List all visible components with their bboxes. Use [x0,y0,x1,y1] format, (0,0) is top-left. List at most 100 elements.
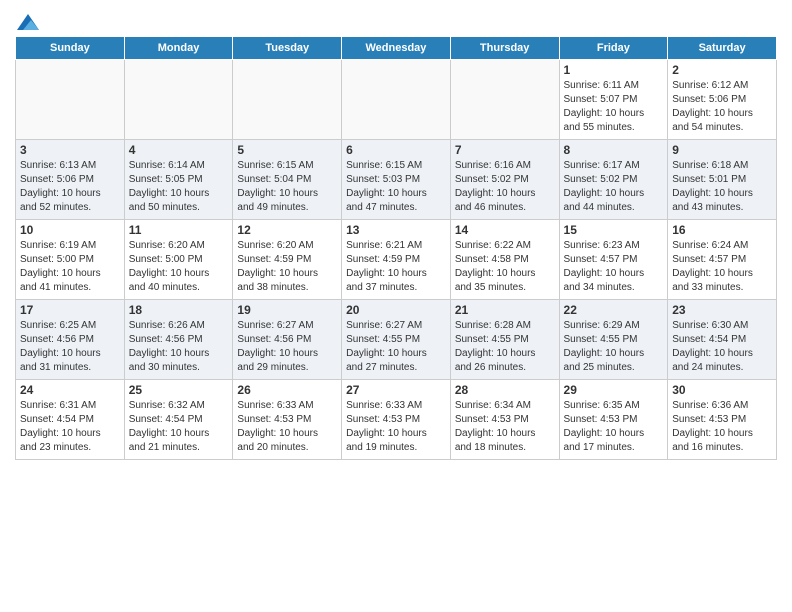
calendar-cell: 24 Sunrise: 6:31 AM Sunset: 4:54 PM Dayli… [16,380,125,460]
day-number: 16 [672,223,772,237]
calendar-cell: 4 Sunrise: 6:14 AM Sunset: 5:05 PM Daylig… [124,140,233,220]
calendar-cell: 16 Sunrise: 6:24 AM Sunset: 4:57 PM Dayli… [668,220,777,300]
calendar-cell: 19Sunrise: 6:27 AM Sunset: 4:56 PM Dayli… [233,300,342,380]
day-number: 22 [564,303,664,317]
calendar-cell: 6 Sunrise: 6:15 AM Sunset: 5:03 PM Daylig… [342,140,451,220]
day-info: Sunrise: 6:16 AM Sunset: 5:02 PM Dayligh… [455,159,555,215]
calendar-week-row: 17 Sunrise: 6:25 AM Sunset: 4:56 PM Dayli… [16,300,777,380]
day-number: 15 [564,223,664,237]
calendar-cell: 2 Sunrise: 6:12 AM Sunset: 5:06 PM Daylig… [668,60,777,140]
day-info: Sunrise: 6:26 AM Sunset: 4:56 PM Dayligh… [129,319,229,375]
day-info: Sunrise: 6:33 AM Sunset: 4:53 PM Dayligh… [237,399,337,455]
day-number: 14 [455,223,555,237]
day-number: 13 [346,223,446,237]
day-info: Sunrise: 6:18 AM Sunset: 5:01 PM Dayligh… [672,159,772,215]
calendar-cell: 5 Sunrise: 6:15 AM Sunset: 5:04 PM Daylig… [233,140,342,220]
day-number: 6 [346,143,446,157]
logo [15,14,39,28]
calendar-week-row: 3Sunrise: 6:13 AM Sunset: 5:06 PM Daylig… [16,140,777,220]
day-info: Sunrise: 6:27 AM Sunset: 4:55 PM Dayligh… [346,319,446,375]
day-number: 19 [237,303,337,317]
calendar-cell: 3Sunrise: 6:13 AM Sunset: 5:06 PM Daylig… [16,140,125,220]
calendar-cell: 21Sunrise: 6:28 AM Sunset: 4:55 PM Dayli… [450,300,559,380]
day-header-wednesday: Wednesday [342,37,451,60]
day-info: Sunrise: 6:34 AM Sunset: 4:53 PM Dayligh… [455,399,555,455]
day-number: 21 [455,303,555,317]
calendar-cell: 28 Sunrise: 6:34 AM Sunset: 4:53 PM Dayli… [450,380,559,460]
day-number: 23 [672,303,772,317]
day-number: 29 [564,383,664,397]
day-info: Sunrise: 6:31 AM Sunset: 4:54 PM Dayligh… [20,399,120,455]
day-number: 20 [346,303,446,317]
calendar-cell: 26 Sunrise: 6:33 AM Sunset: 4:53 PM Dayli… [233,380,342,460]
day-number: 18 [129,303,229,317]
calendar-header-row: SundayMondayTuesdayWednesdayThursdayFrid… [16,37,777,60]
calendar-cell: 18 Sunrise: 6:26 AM Sunset: 4:56 PM Dayli… [124,300,233,380]
day-info: Sunrise: 6:20 AM Sunset: 4:59 PM Dayligh… [237,239,337,295]
day-info: Sunrise: 6:29 AM Sunset: 4:55 PM Dayligh… [564,319,664,375]
calendar-cell: 27Sunrise: 6:33 AM Sunset: 4:53 PM Dayli… [342,380,451,460]
calendar-cell: 22 Sunrise: 6:29 AM Sunset: 4:55 PM Dayli… [559,300,668,380]
day-number: 10 [20,223,120,237]
day-info: Sunrise: 6:15 AM Sunset: 5:03 PM Dayligh… [346,159,446,215]
calendar-cell: 11 Sunrise: 6:20 AM Sunset: 5:00 PM Dayli… [124,220,233,300]
day-info: Sunrise: 6:32 AM Sunset: 4:54 PM Dayligh… [129,399,229,455]
day-info: Sunrise: 6:25 AM Sunset: 4:56 PM Dayligh… [20,319,120,375]
day-number: 5 [237,143,337,157]
calendar-cell: 10Sunrise: 6:19 AM Sunset: 5:00 PM Dayli… [16,220,125,300]
day-number: 2 [672,63,772,77]
day-info: Sunrise: 6:21 AM Sunset: 4:59 PM Dayligh… [346,239,446,295]
day-info: Sunrise: 6:35 AM Sunset: 4:53 PM Dayligh… [564,399,664,455]
day-header-friday: Friday [559,37,668,60]
day-info: Sunrise: 6:22 AM Sunset: 4:58 PM Dayligh… [455,239,555,295]
day-info: Sunrise: 6:17 AM Sunset: 5:02 PM Dayligh… [564,159,664,215]
calendar-week-row: 24 Sunrise: 6:31 AM Sunset: 4:54 PM Dayli… [16,380,777,460]
calendar-cell [342,60,451,140]
calendar-cell: 7 Sunrise: 6:16 AM Sunset: 5:02 PM Daylig… [450,140,559,220]
day-info: Sunrise: 6:12 AM Sunset: 5:06 PM Dayligh… [672,79,772,135]
calendar-cell [16,60,125,140]
day-info: Sunrise: 6:20 AM Sunset: 5:00 PM Dayligh… [129,239,229,295]
calendar-week-row: 10Sunrise: 6:19 AM Sunset: 5:00 PM Dayli… [16,220,777,300]
calendar-cell [450,60,559,140]
day-info: Sunrise: 6:23 AM Sunset: 4:57 PM Dayligh… [564,239,664,295]
calendar-cell [233,60,342,140]
calendar-cell: 25Sunrise: 6:32 AM Sunset: 4:54 PM Dayli… [124,380,233,460]
calendar-cell: 13 Sunrise: 6:21 AM Sunset: 4:59 PM Dayli… [342,220,451,300]
calendar-cell: 1 Sunrise: 6:11 AM Sunset: 5:07 PM Daylig… [559,60,668,140]
day-number: 28 [455,383,555,397]
day-number: 7 [455,143,555,157]
calendar-cell: 20 Sunrise: 6:27 AM Sunset: 4:55 PM Dayli… [342,300,451,380]
day-header-thursday: Thursday [450,37,559,60]
calendar-cell [124,60,233,140]
day-header-saturday: Saturday [668,37,777,60]
calendar-week-row: 1 Sunrise: 6:11 AM Sunset: 5:07 PM Daylig… [16,60,777,140]
day-number: 27 [346,383,446,397]
calendar-cell: 15 Sunrise: 6:23 AM Sunset: 4:57 PM Dayli… [559,220,668,300]
day-number: 3 [20,143,120,157]
calendar-table: SundayMondayTuesdayWednesdayThursdayFrid… [15,36,777,460]
day-number: 9 [672,143,772,157]
day-info: Sunrise: 6:15 AM Sunset: 5:04 PM Dayligh… [237,159,337,215]
day-number: 1 [564,63,664,77]
day-number: 26 [237,383,337,397]
day-info: Sunrise: 6:24 AM Sunset: 4:57 PM Dayligh… [672,239,772,295]
day-number: 24 [20,383,120,397]
day-number: 17 [20,303,120,317]
day-info: Sunrise: 6:36 AM Sunset: 4:53 PM Dayligh… [672,399,772,455]
day-info: Sunrise: 6:11 AM Sunset: 5:07 PM Dayligh… [564,79,664,135]
logo-icon [17,14,39,30]
day-number: 4 [129,143,229,157]
calendar-cell: 30Sunrise: 6:36 AM Sunset: 4:53 PM Dayli… [668,380,777,460]
calendar-cell: 17 Sunrise: 6:25 AM Sunset: 4:56 PM Dayli… [16,300,125,380]
calendar-cell: 29 Sunrise: 6:35 AM Sunset: 4:53 PM Dayli… [559,380,668,460]
day-number: 11 [129,223,229,237]
day-header-monday: Monday [124,37,233,60]
calendar-cell: 14 Sunrise: 6:22 AM Sunset: 4:58 PM Dayli… [450,220,559,300]
calendar-cell: 8Sunrise: 6:17 AM Sunset: 5:02 PM Daylig… [559,140,668,220]
calendar-cell: 12Sunrise: 6:20 AM Sunset: 4:59 PM Dayli… [233,220,342,300]
day-info: Sunrise: 6:14 AM Sunset: 5:05 PM Dayligh… [129,159,229,215]
day-header-sunday: Sunday [16,37,125,60]
day-header-tuesday: Tuesday [233,37,342,60]
page-header [15,10,777,28]
